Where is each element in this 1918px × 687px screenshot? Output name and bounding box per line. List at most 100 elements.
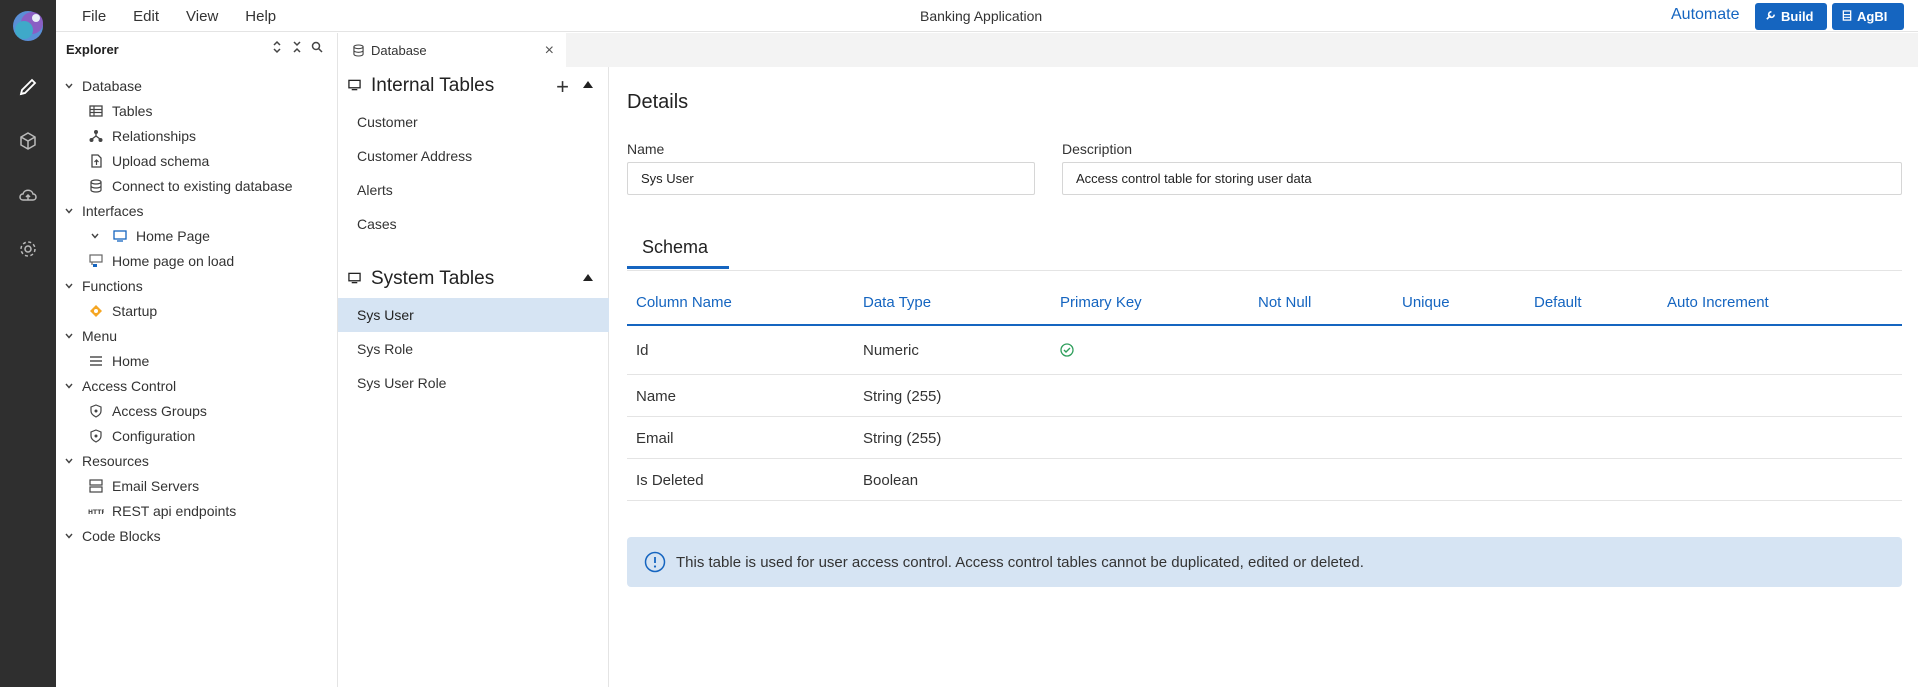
monitor-icon bbox=[348, 268, 361, 290]
monitor-icon bbox=[112, 228, 128, 244]
table-item[interactable]: Sys Role bbox=[338, 332, 609, 366]
tab-schema[interactable]: Schema bbox=[627, 237, 729, 269]
tree-node-home[interactable]: Home bbox=[56, 348, 338, 373]
tree-node-home-page-on-load[interactable]: Home page on load bbox=[56, 248, 338, 273]
upload-file-icon bbox=[88, 153, 104, 169]
description-label: Description bbox=[1062, 141, 1133, 157]
tree-node-access-control[interactable]: Access Control bbox=[56, 373, 338, 398]
menu-edit[interactable]: Edit bbox=[133, 8, 159, 25]
column-header[interactable]: Data Type bbox=[863, 294, 931, 311]
tree-label: Home Page bbox=[136, 227, 210, 244]
agbi-button[interactable]: AgBI bbox=[1832, 3, 1904, 30]
menu-help[interactable]: Help bbox=[245, 8, 276, 25]
details-title: Details bbox=[627, 91, 689, 113]
menu-view[interactable]: View bbox=[186, 8, 218, 25]
close-icon[interactable]: × bbox=[545, 42, 554, 60]
tree-label: Access Groups bbox=[112, 402, 207, 419]
details-panel: Details Name Sys User Description Access… bbox=[609, 67, 1918, 687]
collapse-caret-icon[interactable] bbox=[583, 274, 593, 281]
column-header[interactable]: Column Name bbox=[636, 294, 732, 311]
info-notice: This table is used for user access contr… bbox=[627, 537, 1902, 587]
pencil-icon[interactable] bbox=[14, 73, 42, 101]
tree-label: Menu bbox=[82, 327, 118, 344]
relationship-icon bbox=[88, 128, 104, 144]
table-item[interactable]: Customer bbox=[338, 105, 609, 139]
table-item[interactable]: Alerts bbox=[338, 173, 609, 207]
svg-text:HTTP: HTTP bbox=[88, 509, 104, 515]
menu-file[interactable]: File bbox=[82, 8, 106, 25]
startup-icon bbox=[88, 303, 104, 319]
tree-node-tables[interactable]: Tables bbox=[56, 98, 338, 123]
shield-icon bbox=[88, 428, 104, 444]
table-row[interactable]: Name String (255) bbox=[627, 375, 1902, 417]
explorer-toolbar bbox=[271, 40, 323, 57]
system-tables-header: System Tables bbox=[338, 260, 609, 298]
column-header[interactable]: Auto Increment bbox=[1667, 294, 1769, 311]
tables-panel: Internal Tables + Customer Customer Addr… bbox=[338, 67, 609, 687]
tree-label: Relationships bbox=[112, 127, 197, 144]
cube-icon[interactable] bbox=[14, 127, 42, 155]
cloud-upload-icon[interactable] bbox=[14, 181, 42, 209]
collapse-caret-icon[interactable] bbox=[583, 81, 593, 88]
tree-node-configuration[interactable]: Configuration bbox=[56, 423, 338, 448]
tree-node-home-page[interactable]: Home Page bbox=[56, 223, 338, 248]
tree-label: Database bbox=[82, 77, 142, 94]
tree-node-connect-database[interactable]: Connect to existing database bbox=[56, 173, 338, 198]
search-icon[interactable] bbox=[311, 40, 323, 57]
table-item[interactable]: Cases bbox=[338, 207, 609, 241]
tree-node-upload-schema[interactable]: Upload schema bbox=[56, 148, 338, 173]
table-row[interactable]: Id Numeric bbox=[627, 326, 1902, 375]
tab-database[interactable]: Database × bbox=[338, 33, 566, 67]
column-header[interactable]: Not Null bbox=[1258, 294, 1311, 311]
cell-data-type: Numeric bbox=[863, 342, 919, 359]
name-field[interactable]: Sys User bbox=[627, 162, 1035, 195]
tree-label: Code Blocks bbox=[82, 527, 161, 544]
tree-node-rest-endpoints[interactable]: HTTP REST api endpoints bbox=[56, 498, 338, 523]
tree-node-database[interactable]: Database bbox=[56, 73, 338, 98]
tree-label: Startup bbox=[112, 302, 158, 319]
table-row[interactable]: Is Deleted Boolean bbox=[627, 459, 1902, 501]
table-item[interactable]: Sys User Role bbox=[338, 366, 609, 400]
cell-column-name: Id bbox=[636, 342, 649, 359]
tree-label: Home page on load bbox=[112, 252, 235, 269]
tree-node-access-groups[interactable]: Access Groups bbox=[56, 398, 338, 423]
tree-label: Configuration bbox=[112, 427, 196, 444]
tree-node-menu[interactable]: Menu bbox=[56, 323, 338, 348]
table-item-selected[interactable]: Sys User bbox=[338, 298, 609, 332]
tree-node-startup[interactable]: Startup bbox=[56, 298, 338, 323]
gear-icon[interactable] bbox=[14, 235, 42, 263]
chevron-down-icon bbox=[88, 229, 102, 243]
chevron-down-icon bbox=[62, 279, 76, 293]
description-field[interactable]: Access control table for storing user da… bbox=[1062, 162, 1902, 195]
tree-node-functions[interactable]: Functions bbox=[56, 273, 338, 298]
database-icon bbox=[1842, 9, 1852, 24]
collapse-all-icon[interactable] bbox=[291, 40, 303, 57]
chevron-down-icon bbox=[62, 79, 76, 93]
info-icon bbox=[644, 551, 666, 573]
tree-node-relationships[interactable]: Relationships bbox=[56, 123, 338, 148]
name-label: Name bbox=[627, 141, 665, 157]
table-item[interactable]: Customer Address bbox=[338, 139, 609, 173]
app-title: Banking Application bbox=[920, 8, 1043, 24]
build-button[interactable]: Build bbox=[1755, 3, 1827, 30]
tree-node-interfaces[interactable]: Interfaces bbox=[56, 198, 338, 223]
shield-icon bbox=[88, 403, 104, 419]
chevron-down-icon bbox=[62, 379, 76, 393]
build-label: Build bbox=[1781, 9, 1814, 24]
add-table-button[interactable]: + bbox=[556, 74, 569, 100]
expand-all-icon[interactable] bbox=[271, 40, 283, 57]
column-header[interactable]: Unique bbox=[1402, 294, 1450, 311]
column-header[interactable]: Default bbox=[1534, 294, 1582, 311]
tree-node-code-blocks[interactable]: Code Blocks bbox=[56, 523, 338, 548]
explorer-tree: Database Tables Relationships Upload sch… bbox=[56, 73, 338, 548]
system-tables-title: System Tables bbox=[371, 268, 495, 289]
table-row[interactable]: Email String (255) bbox=[627, 417, 1902, 459]
automate-link[interactable]: Automate bbox=[1671, 6, 1739, 24]
server-icon bbox=[88, 478, 104, 494]
column-header[interactable]: Primary Key bbox=[1060, 294, 1142, 311]
tree-node-email-servers[interactable]: Email Servers bbox=[56, 473, 338, 498]
tree-label: Access Control bbox=[82, 377, 177, 394]
app-logo bbox=[10, 8, 46, 44]
table-icon bbox=[88, 103, 104, 119]
tree-node-resources[interactable]: Resources bbox=[56, 448, 338, 473]
